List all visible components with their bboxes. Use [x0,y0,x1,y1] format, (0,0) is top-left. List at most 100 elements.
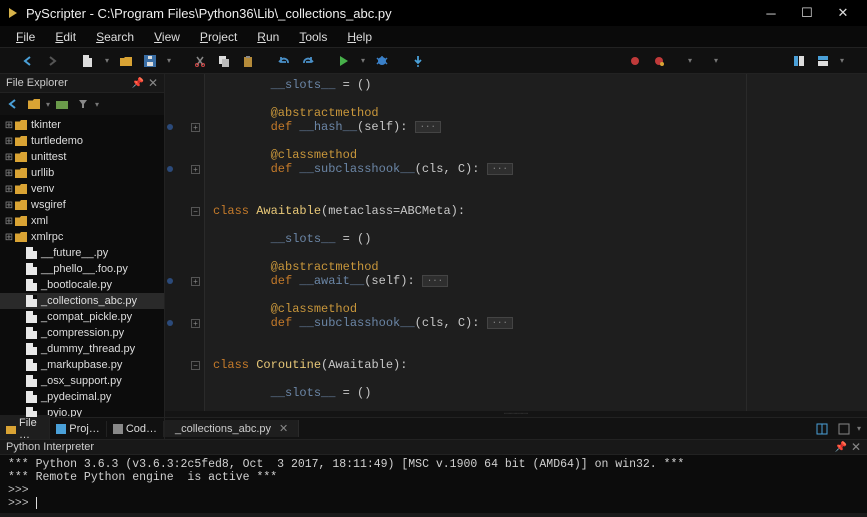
folder-unittest[interactable]: ⊞unittest [0,149,164,165]
nav-up-button[interactable] [25,95,43,113]
tab-project[interactable]: Proj… [50,421,107,437]
editor-options-dropdown[interactable]: ▾ [857,424,861,433]
menu-file[interactable]: File [6,28,45,46]
editor-tab-active[interactable]: _collections_abc.py✕ [165,420,299,437]
folder-venv[interactable]: ⊞venv [0,181,164,197]
file-_markupbase-py[interactable]: _markupbase.py [0,357,164,373]
file-_collections_abc-py[interactable]: _collections_abc.py [0,293,164,309]
fold-icon[interactable]: − [191,361,200,370]
file-tree[interactable]: ⊞tkinter⊞turtledemo⊞unittest⊞urllib⊞venv… [0,115,164,417]
breakpoint-dot[interactable] [167,124,173,130]
expand-icon[interactable]: ⊞ [4,120,14,131]
expand-icon[interactable]: ⊞ [4,200,14,211]
tab-code[interactable]: Cod… [107,421,164,437]
menubar: FileEditSearchViewProjectRunToolsHelp [0,26,867,48]
minimize-button[interactable]: ─ [753,2,789,24]
file-_pydecimal-py[interactable]: _pydecimal.py [0,389,164,405]
menu-project[interactable]: Project [190,28,247,46]
cursor [36,497,37,509]
layout-dropdown[interactable]: ▾ [837,56,847,65]
expand-icon[interactable]: ⊞ [4,216,14,227]
fold-icon[interactable]: + [191,123,200,132]
console[interactable]: *** Python 3.6.3 (v3.6.3:2c5fed8, Oct 3 … [0,455,867,513]
interpreter-header: Python Interpreter 📌 ✕ [0,440,867,455]
interpreter-title: Python Interpreter [6,441,94,453]
open-file-button[interactable] [116,51,136,71]
run-button[interactable] [334,51,354,71]
toolbar-dropdown-1[interactable]: ▾ [685,56,695,65]
nav-back-button[interactable] [4,95,22,113]
folder-turtledemo[interactable]: ⊞turtledemo [0,133,164,149]
file-__phello__-foo-py[interactable]: __phello__.foo.py [0,261,164,277]
close-button[interactable]: ✕ [825,2,861,24]
file-__future__-py[interactable]: __future__.py [0,245,164,261]
save-dropdown[interactable]: ▾ [164,56,174,65]
maximize-button[interactable]: ☐ [789,2,825,24]
fold-icon[interactable]: + [191,165,200,174]
tab-close-icon[interactable]: ✕ [279,423,288,435]
cut-button[interactable] [190,51,210,71]
nav-dropdown[interactable]: ▾ [46,100,50,109]
step-into-button[interactable] [408,51,428,71]
breakpoint-dot[interactable] [167,278,173,284]
debug-button[interactable] [372,51,392,71]
file-_pyio-py[interactable]: _pyio.py [0,405,164,417]
forward-button[interactable] [42,51,62,71]
editor-options-button[interactable] [835,420,853,438]
file-_compat_pickle-py[interactable]: _compat_pickle.py [0,309,164,325]
editor-split-button[interactable] [813,420,831,438]
expand-icon[interactable]: ⊞ [4,168,14,179]
paste-button[interactable] [238,51,258,71]
editor-tabs: _collections_abc.py✕ ▾ [165,417,867,439]
folder-urllib[interactable]: ⊞urllib [0,165,164,181]
expand-icon[interactable]: ⊞ [4,184,14,195]
breakpoint-button[interactable] [649,51,669,71]
panel-close-icon[interactable]: ✕ [148,76,158,90]
layout-button-1[interactable] [789,51,809,71]
new-file-button[interactable] [78,51,98,71]
folder-xml[interactable]: ⊞xml [0,213,164,229]
copy-button[interactable] [214,51,234,71]
expand-icon[interactable]: ⊞ [4,136,14,147]
fold-icon[interactable]: + [191,277,200,286]
fold-icon[interactable]: + [191,319,200,328]
stop-recording-button[interactable] [625,51,645,71]
layout-button-2[interactable] [813,51,833,71]
menu-search[interactable]: Search [86,28,144,46]
breakpoint-dot[interactable] [167,166,173,172]
menu-edit[interactable]: Edit [45,28,86,46]
menu-run[interactable]: Run [247,28,289,46]
pin-icon[interactable]: 📌 [131,78,143,89]
breakpoint-dot[interactable] [167,320,173,326]
filter-dropdown[interactable]: ▾ [95,100,99,109]
app-icon [6,6,20,20]
file-explorer-toolbar: ▾ ▾ [0,93,164,115]
file-_osx_support-py[interactable]: _osx_support.py [0,373,164,389]
interpreter-close-icon[interactable]: ✕ [851,440,861,454]
interpreter-pin-icon[interactable]: 📌 [834,442,846,453]
menu-view[interactable]: View [144,28,190,46]
file-_dummy_thread-py[interactable]: _dummy_thread.py [0,341,164,357]
undo-button[interactable] [274,51,294,71]
menu-help[interactable]: Help [337,28,382,46]
file-_bootlocale-py[interactable]: _bootlocale.py [0,277,164,293]
save-button[interactable] [140,51,160,71]
fold-icon[interactable]: − [191,207,200,216]
folder-tkinter[interactable]: ⊞tkinter [0,117,164,133]
nav-folder-button[interactable] [53,95,71,113]
menu-tools[interactable]: Tools [289,28,337,46]
new-file-dropdown[interactable]: ▾ [102,56,112,65]
filter-button[interactable] [74,95,92,113]
gutter[interactable]: ++−++−+++ [165,74,205,411]
expand-icon[interactable]: ⊞ [4,232,14,243]
folder-wsgiref[interactable]: ⊞wsgiref [0,197,164,213]
folder-xmlrpc[interactable]: ⊞xmlrpc [0,229,164,245]
toolbar-dropdown-2[interactable]: ▾ [711,56,721,65]
code-view[interactable]: __slots__ = () @abstractmethod def __has… [205,74,867,411]
run-dropdown[interactable]: ▾ [358,56,368,65]
file-explorer-title: File Explorer [6,77,68,89]
back-button[interactable] [18,51,38,71]
redo-button[interactable] [298,51,318,71]
expand-icon[interactable]: ⊞ [4,152,14,163]
file-_compression-py[interactable]: _compression.py [0,325,164,341]
